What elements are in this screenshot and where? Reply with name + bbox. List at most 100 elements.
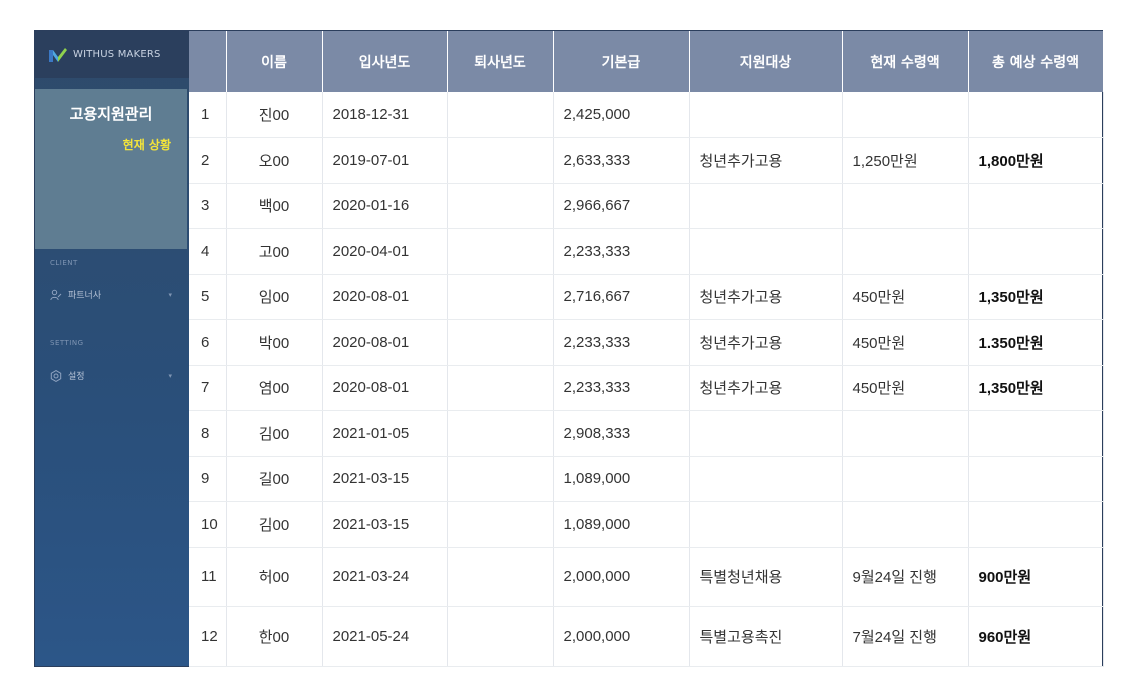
table-row[interactable]: 4 고00 2020-04-01 2,233,333 (189, 228, 1104, 275)
menu-item-current-status[interactable]: 현재 상황 (35, 136, 187, 153)
cell-name: 진00 (226, 92, 323, 138)
col-header-no[interactable] (189, 31, 227, 92)
col-header-target[interactable]: 지원대상 (689, 31, 843, 92)
cell-current: 9월24일 진행 (842, 547, 969, 607)
chevron-down-icon: ▾ (168, 290, 172, 299)
cell-salary: 2,966,667 (553, 183, 690, 229)
cell-salary: 2,233,333 (553, 365, 690, 411)
sidebar-item-settings[interactable]: 설정 ▾ (50, 369, 172, 382)
cell-current (842, 183, 969, 229)
cell-left (447, 410, 554, 457)
sidebar-item-partners[interactable]: 파트너사 ▾ (50, 288, 172, 301)
cell-hired: 2018-12-31 (322, 92, 448, 138)
cell-name: 박00 (226, 319, 323, 366)
cell-no: 2 (189, 137, 227, 184)
cell-target: 특별청년채용 (689, 547, 843, 607)
cell-salary: 2,233,333 (553, 228, 690, 275)
sidebar-item-label: 설정 (68, 372, 85, 382)
cell-no: 12 (189, 606, 227, 667)
col-header-total[interactable]: 총 예상 수령액 (968, 31, 1104, 92)
cell-target: 청년추가고용 (689, 319, 843, 366)
cell-name: 한00 (226, 606, 323, 667)
main-content: 이름 입사년도 퇴사년도 기본급 지원대상 현재 수령액 총 예상 수령액 1 … (189, 31, 1104, 667)
employee-support-table: 이름 입사년도 퇴사년도 기본급 지원대상 현재 수령액 총 예상 수령액 1 … (189, 31, 1104, 667)
table-row[interactable]: 7 염00 2020-08-01 2,233,333 청년추가고용 450만원 … (189, 365, 1104, 411)
table-row[interactable]: 1 진00 2018-12-31 2,425,000 (189, 92, 1104, 138)
cell-current: 7월24일 진행 (842, 606, 969, 667)
cell-target: 특별고용촉진 (689, 606, 843, 667)
col-header-name[interactable]: 이름 (226, 31, 323, 92)
cell-salary: 2,000,000 (553, 547, 690, 607)
cell-name: 김00 (226, 410, 323, 457)
cell-target (689, 92, 843, 138)
cell-hired: 2020-08-01 (322, 274, 448, 320)
cell-left (447, 92, 554, 138)
cell-current: 450만원 (842, 319, 969, 366)
col-header-left[interactable]: 퇴사년도 (447, 31, 554, 92)
cell-target (689, 183, 843, 229)
cell-total: 1,350만원 (968, 365, 1104, 411)
cell-left (447, 228, 554, 275)
brand-logo-icon (49, 47, 67, 62)
cell-target: 청년추가고용 (689, 274, 843, 320)
cell-total: 1,350만원 (968, 274, 1104, 320)
users-icon (50, 289, 62, 300)
table-row[interactable]: 2 오00 2019-07-01 2,633,333 청년추가고용 1,250만… (189, 137, 1104, 184)
cell-name: 길00 (226, 456, 323, 502)
menu-group-employment: 고용지원관리 현재 상황 (35, 89, 187, 249)
cell-target (689, 228, 843, 275)
table-row[interactable]: 6 박00 2020-08-01 2,233,333 청년추가고용 450만원 … (189, 319, 1104, 366)
cell-target (689, 410, 843, 457)
cell-left (447, 319, 554, 366)
cell-hired: 2021-03-15 (322, 456, 448, 502)
cell-salary: 2,633,333 (553, 137, 690, 184)
cell-current (842, 456, 969, 502)
col-header-salary[interactable]: 기본급 (553, 31, 690, 92)
cell-total: 1,800만원 (968, 137, 1104, 184)
cell-salary: 2,425,000 (553, 92, 690, 138)
cell-salary: 2,908,333 (553, 410, 690, 457)
brand-name: WITHUS MAKERS (73, 49, 161, 60)
cell-current: 450만원 (842, 274, 969, 320)
menu-title[interactable]: 고용지원관리 (35, 103, 187, 124)
cell-hired: 2019-07-01 (322, 137, 448, 184)
cell-hired: 2021-01-05 (322, 410, 448, 457)
cell-salary: 1,089,000 (553, 501, 690, 548)
table-row[interactable]: 3 백00 2020-01-16 2,966,667 (189, 183, 1104, 229)
cell-hired: 2020-04-01 (322, 228, 448, 275)
table-row[interactable]: 12 한00 2021-05-24 2,000,000 특별고용촉진 7월24일… (189, 606, 1104, 667)
table-row[interactable]: 11 허00 2021-03-24 2,000,000 특별청년채용 9월24일… (189, 547, 1104, 607)
cell-total (968, 410, 1104, 457)
cell-total: 1.350만원 (968, 319, 1104, 366)
table-row[interactable]: 8 김00 2021-01-05 2,908,333 (189, 410, 1104, 457)
col-header-hired[interactable]: 입사년도 (322, 31, 448, 92)
col-header-current[interactable]: 현재 수령액 (842, 31, 969, 92)
cell-left (447, 365, 554, 411)
cell-name: 김00 (226, 501, 323, 548)
cell-name: 백00 (226, 183, 323, 229)
cell-left (447, 547, 554, 607)
cell-current (842, 92, 969, 138)
chevron-down-icon: ▾ (168, 371, 172, 380)
cell-left (447, 274, 554, 320)
cell-hired: 2020-08-01 (322, 365, 448, 411)
brand[interactable]: WITHUS MAKERS (35, 31, 189, 78)
cell-current (842, 410, 969, 457)
cell-name: 오00 (226, 137, 323, 184)
cell-current: 1,250만원 (842, 137, 969, 184)
cell-no: 6 (189, 319, 227, 366)
gear-icon (50, 369, 62, 382)
app-frame: WITHUS MAKERS 고용지원관리 현재 상황 CLIENT 파트너사 ▾… (34, 30, 1104, 667)
cell-hired: 2020-01-16 (322, 183, 448, 229)
cell-hired: 2021-05-24 (322, 606, 448, 667)
cell-salary: 2,000,000 (553, 606, 690, 667)
table-row[interactable]: 10 김00 2021-03-15 1,089,000 (189, 501, 1104, 548)
cell-total (968, 183, 1104, 229)
cell-name: 허00 (226, 547, 323, 607)
cell-no: 5 (189, 274, 227, 320)
cell-target (689, 456, 843, 502)
table-row[interactable]: 5 임00 2020-08-01 2,716,667 청년추가고용 450만원 … (189, 274, 1104, 320)
table-row[interactable]: 9 길00 2021-03-15 1,089,000 (189, 456, 1104, 502)
cell-no: 8 (189, 410, 227, 457)
cell-no: 9 (189, 456, 227, 502)
